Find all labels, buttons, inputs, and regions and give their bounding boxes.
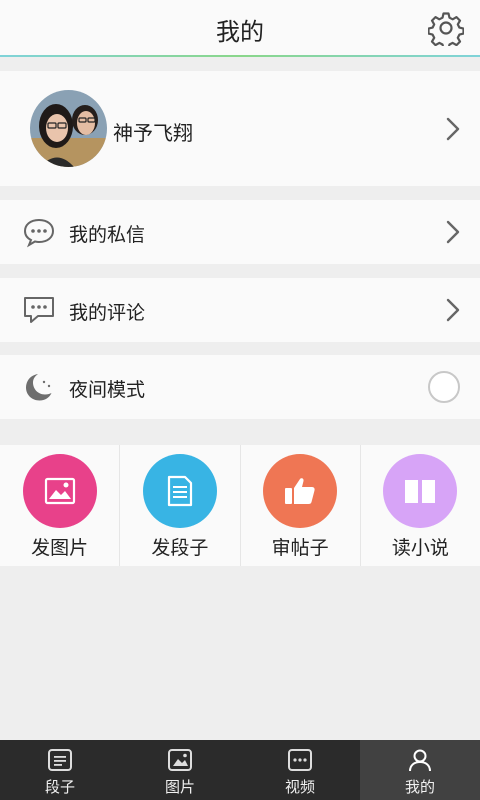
menu-item-messages[interactable]: 我的私信	[0, 200, 480, 264]
top-bar: 我的	[0, 0, 480, 57]
avatar[interactable]	[30, 90, 107, 167]
text-list-icon	[47, 748, 73, 772]
action-read-novels[interactable]: 读小说	[361, 445, 480, 566]
chevron-right-icon	[444, 296, 462, 324]
bottom-tab-bar: 段子 图片 视频 我的	[0, 740, 480, 800]
action-grid: 发图片 发段子 审帖子 读小说	[0, 445, 480, 566]
tab-label: 段子	[44, 778, 75, 796]
menu-item-night-mode[interactable]: 夜间模式	[0, 355, 480, 419]
thumbs-up-icon	[263, 454, 338, 528]
action-label: 读小说	[391, 537, 449, 559]
tab-jokes[interactable]: 段子	[0, 740, 120, 800]
profile-row[interactable]: 神予飞翔	[0, 71, 480, 186]
image-tab-icon	[167, 748, 193, 772]
document-icon	[142, 454, 217, 528]
book-icon	[383, 454, 458, 528]
comment-icon	[22, 294, 56, 326]
moon-icon	[22, 371, 56, 403]
profile-name: 神予飞翔	[113, 121, 193, 145]
night-mode-toggle[interactable]	[428, 371, 460, 403]
tab-label: 我的	[404, 778, 435, 796]
page-title: 我的	[216, 18, 264, 46]
night-mode-label: 夜间模式	[69, 379, 146, 401]
image-icon	[22, 454, 97, 528]
header-divider	[0, 55, 480, 57]
chevron-right-icon	[444, 218, 462, 246]
video-icon	[287, 748, 313, 772]
chat-bubble-icon	[22, 216, 56, 248]
action-label: 发图片	[31, 537, 89, 559]
tab-images[interactable]: 图片	[120, 740, 240, 800]
action-post-joke[interactable]: 发段子	[120, 445, 241, 566]
tab-videos[interactable]: 视频	[240, 740, 360, 800]
person-icon	[407, 748, 433, 772]
action-post-image[interactable]: 发图片	[0, 445, 121, 566]
chevron-right-icon	[444, 115, 462, 143]
comments-label: 我的评论	[69, 302, 146, 324]
menu-item-comments[interactable]: 我的评论	[0, 278, 480, 342]
action-label: 发段子	[151, 537, 209, 559]
tab-label: 视频	[284, 778, 315, 796]
tab-mine[interactable]: 我的	[360, 740, 480, 800]
action-label: 审帖子	[271, 537, 329, 559]
gear-icon[interactable]	[427, 10, 465, 50]
action-review-posts[interactable]: 审帖子	[241, 445, 361, 566]
messages-label: 我的私信	[69, 224, 146, 246]
tab-label: 图片	[164, 778, 195, 796]
